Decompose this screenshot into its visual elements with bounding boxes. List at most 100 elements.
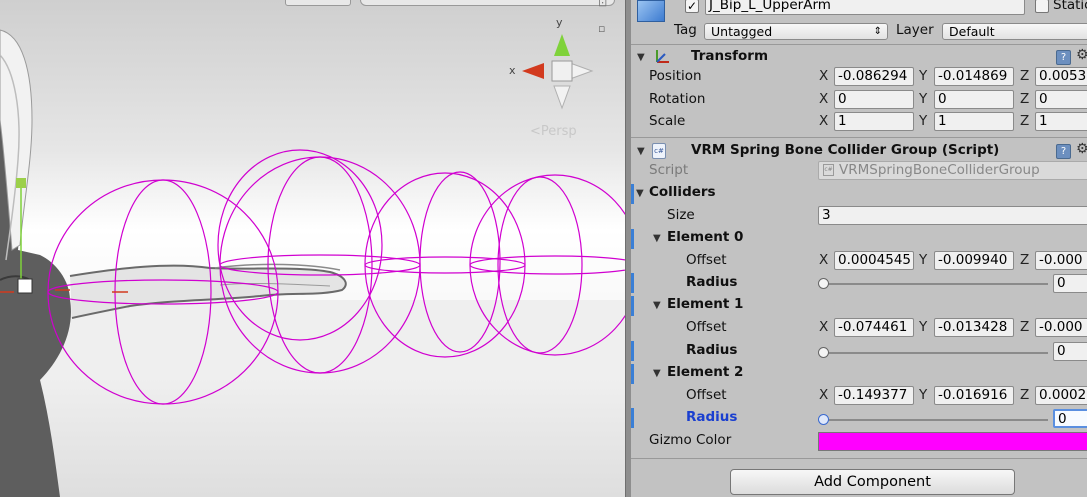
modified-indicator (631, 273, 634, 293)
gizmos-dropdown[interactable] (285, 0, 351, 6)
position-label: Position (649, 68, 702, 84)
element-0-offset-z-field[interactable]: -0.000 (1035, 251, 1087, 270)
colliders-foldout-icon[interactable]: ▼ (636, 188, 644, 199)
persp-label: Persp (540, 124, 577, 139)
element-1-offset-x-field[interactable]: -0.074461 (834, 318, 914, 337)
scale-label: Scale (649, 113, 686, 129)
gizmo-color-swatch[interactable] (818, 432, 1087, 451)
tag-dropdown[interactable]: Untagged ⇕ (704, 23, 888, 40)
scale-x-field[interactable]: 1 (834, 112, 914, 131)
element-2-z-label: Z (1020, 387, 1030, 403)
element-1-radius-slider-knob[interactable] (818, 347, 829, 358)
element-1-z-label: Z (1020, 319, 1030, 335)
element-2-x-label: X (819, 387, 829, 403)
scale-z-field[interactable]: 1 (1035, 112, 1087, 131)
position-z-field[interactable]: 0.0053 (1035, 67, 1087, 86)
element-2-radius-field[interactable]: 0 (1053, 409, 1087, 428)
help-book-icon[interactable]: ? (1056, 144, 1071, 159)
layer-dropdown[interactable]: Default (942, 23, 1087, 40)
collider-group-foldout-icon[interactable]: ▼ (637, 146, 645, 157)
element-2-radius-slider-knob[interactable] (818, 414, 829, 425)
element-0-x-label: X (819, 252, 829, 268)
lock-icon[interactable]: ⊡ (598, 0, 607, 9)
y-axis-cone[interactable] (554, 34, 570, 56)
object-name-field[interactable]: J_Bip_L_UpperArm (705, 0, 1025, 15)
character-model (0, 29, 71, 497)
x-axis-label: x (509, 64, 516, 77)
rotation-x-field[interactable]: 0 (834, 90, 914, 109)
position-x-label: X (819, 68, 829, 84)
element-2-offset-x-field[interactable]: -0.149377 (834, 386, 914, 405)
orientation-gizmo[interactable] (512, 24, 602, 114)
element-2-label: Element 2 (667, 364, 744, 380)
element-0-offset-label: Offset (686, 252, 727, 268)
transform-title: Transform (691, 48, 769, 64)
element-0-radius-slider-track[interactable] (823, 283, 1048, 285)
element-2-offset-z-field[interactable]: 0.0002 (1035, 386, 1087, 405)
scene-search-input[interactable] (360, 0, 615, 6)
settings-gear-icon[interactable]: ⚙ (1076, 47, 1087, 63)
help-book-icon[interactable]: ? (1056, 50, 1071, 65)
transform-axes-icon (656, 50, 669, 63)
element-1-radius-slider-track[interactable] (823, 352, 1048, 354)
element-0-z-label: Z (1020, 252, 1030, 268)
element-0-radius-slider-knob[interactable] (818, 278, 829, 289)
element-2-radius-label: Radius (686, 409, 738, 425)
element-1-radius-field[interactable]: 0 (1053, 342, 1087, 361)
add-component-button[interactable]: Add Component (730, 469, 1015, 495)
element-0-radius-field[interactable]: 0 (1053, 274, 1087, 293)
element-1-offset-label: Offset (686, 319, 727, 335)
rotation-y-field[interactable]: 0 (934, 90, 1014, 109)
element-0-offset-y-field[interactable]: -0.009940 (934, 251, 1014, 270)
x-axis-cone[interactable] (522, 63, 544, 79)
modified-indicator (631, 341, 634, 361)
neg-y-axis-cone[interactable] (553, 85, 571, 110)
position-z-label: Z (1020, 68, 1030, 84)
element-2-offset-label: Offset (686, 387, 727, 403)
element-1-x-label: X (819, 319, 829, 335)
scale-y-field[interactable]: 1 (934, 112, 1014, 131)
static-label: Static (1053, 0, 1087, 13)
gameobject-cube-icon (637, 0, 665, 22)
separator (631, 44, 1087, 45)
inspector-panel: ✓ J_Bip_L_UpperArm Static Tag Untagged ⇕… (631, 0, 1087, 497)
element-0-foldout-icon[interactable]: ▼ (653, 233, 661, 244)
persp-arrow-icon: < (530, 124, 541, 139)
persp-toggle[interactable]: <Persp (530, 124, 577, 139)
size-label: Size (667, 207, 695, 223)
neg-x-axis-cone[interactable] (569, 62, 594, 80)
gizmo-center-cube[interactable] (551, 60, 573, 82)
element-1-foldout-icon[interactable]: ▼ (653, 300, 661, 311)
y-axis-label: y (556, 16, 563, 29)
element-1-y-label: Y (919, 319, 928, 335)
element-1-offset-z-field[interactable]: -0.000 (1035, 318, 1087, 337)
selected-bone-icon[interactable] (17, 278, 33, 294)
element-2-y-label: Y (919, 387, 928, 403)
size-field[interactable]: 3 (818, 206, 1087, 225)
transform-foldout-icon[interactable]: ▼ (637, 52, 645, 63)
modified-indicator (631, 408, 634, 428)
element-1-radius-label: Radius (686, 342, 738, 358)
element-2-offset-y-field[interactable]: -0.016916 (934, 386, 1014, 405)
active-checkbox[interactable]: ✓ (685, 0, 699, 13)
settings-gear-icon[interactable]: ⚙ (1076, 141, 1087, 157)
position-y-label: Y (919, 68, 928, 84)
script-file-icon: c# (652, 143, 666, 159)
layer-label: Layer (896, 22, 934, 38)
bone-marker-icon[interactable] (16, 178, 26, 188)
gizmo-options-icon[interactable]: ▫ (598, 22, 605, 35)
element-0-offset-x-field[interactable]: 0.0004545 (834, 251, 914, 270)
static-checkbox[interactable] (1035, 0, 1049, 13)
modified-indicator (631, 184, 634, 204)
element-1-offset-y-field[interactable]: -0.013428 (934, 318, 1014, 337)
rotation-z-field[interactable]: 0 (1035, 90, 1087, 109)
tag-value: Untagged (711, 24, 773, 39)
scene-view[interactable]: ⊡ x y ▫ <Persp (0, 0, 625, 497)
position-x-field[interactable]: -0.086294 (834, 67, 914, 86)
scale-y-label: Y (919, 113, 928, 129)
script-asset-icon: c# (823, 164, 834, 176)
collider-group-title: VRM Spring Bone Collider Group (Script) (691, 142, 1000, 158)
position-y-field[interactable]: -0.014869 (934, 67, 1014, 86)
element-2-radius-slider-track[interactable] (823, 419, 1048, 421)
element-2-foldout-icon[interactable]: ▼ (653, 368, 661, 379)
